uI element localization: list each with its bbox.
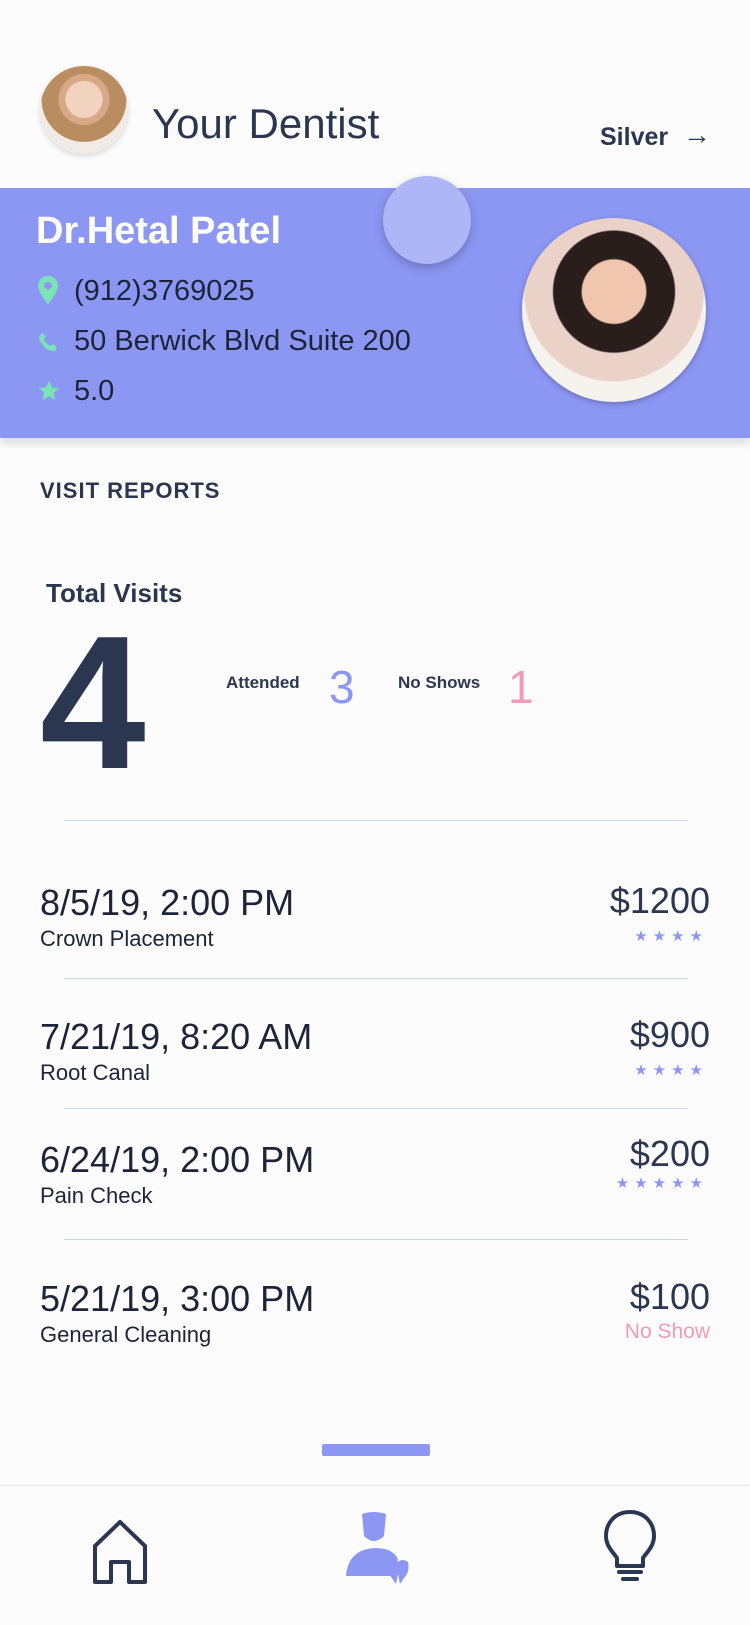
visit-row[interactable]: 5/21/19, 3:00 PM General Cleaning $100 N…: [0, 1266, 750, 1376]
visit-row[interactable]: 7/21/19, 8:20 AM Root Canal $900 ★★★★: [0, 1004, 750, 1114]
floating-action-button[interactable]: [383, 176, 471, 264]
page-title: Your Dentist: [152, 100, 380, 147]
drag-handle[interactable]: [322, 1444, 430, 1456]
dentist-photo: [522, 218, 706, 402]
dentist-address: 50 Berwick Blvd Suite 200: [74, 325, 411, 357]
visit-date: 7/21/19, 8:20 AM: [40, 1016, 313, 1057]
visit-type: Pain Check: [40, 1183, 153, 1208]
visit-rating-stars: ★★★★★: [615, 1175, 708, 1192]
dentist-phone: (912)3769025: [74, 275, 255, 307]
visit-type: General Cleaning: [40, 1322, 212, 1347]
total-visits-count: 4: [40, 597, 146, 809]
visit-date: 5/21/19, 3:00 PM: [40, 1278, 315, 1319]
visit-row[interactable]: 8/5/19, 2:00 PM Crown Placement $1200 ★★…: [0, 870, 750, 980]
visit-date: 8/5/19, 2:00 PM: [40, 882, 295, 923]
visit-type: Root Canal: [40, 1060, 151, 1085]
attended-label: Attended: [226, 673, 300, 692]
visit-rating-stars: ★★★★: [634, 928, 708, 945]
section-title: VISIT REPORTS: [40, 478, 221, 503]
location-pin-icon: [38, 276, 58, 304]
visit-noshow-status: No Show: [624, 1320, 710, 1343]
phone-icon: [38, 332, 60, 354]
visit-row[interactable]: 6/24/19, 2:00 PM Pain Check $200 ★★★★★: [0, 1127, 750, 1237]
noshows-count: 1: [508, 661, 534, 713]
visit-type: Crown Placement: [40, 926, 214, 951]
visit-price: $1200: [609, 880, 710, 921]
dentist-profile-icon[interactable]: [336, 1506, 416, 1586]
dentist-rating: 5.0: [74, 375, 115, 407]
lightbulb-icon[interactable]: [590, 1506, 670, 1586]
visit-price: $900: [629, 1014, 710, 1055]
visit-price: $200: [629, 1133, 710, 1174]
star-icon: [38, 380, 60, 402]
tier-link[interactable]: Silver: [600, 123, 668, 152]
user-avatar[interactable]: [40, 66, 128, 154]
visit-price: $100: [629, 1276, 710, 1317]
divider: [64, 820, 688, 821]
noshows-label: No Shows: [398, 673, 481, 692]
dentist-name: Dr.Hetal Patel: [36, 210, 281, 252]
visit-rating-stars: ★★★★: [634, 1062, 708, 1079]
attended-count: 3: [329, 661, 355, 713]
divider: [64, 978, 688, 979]
arrow-right-icon[interactable]: →: [683, 119, 711, 151]
home-icon[interactable]: [80, 1510, 160, 1590]
divider: [64, 1108, 688, 1109]
visit-date: 6/24/19, 2:00 PM: [40, 1139, 315, 1180]
divider: [64, 1239, 688, 1240]
